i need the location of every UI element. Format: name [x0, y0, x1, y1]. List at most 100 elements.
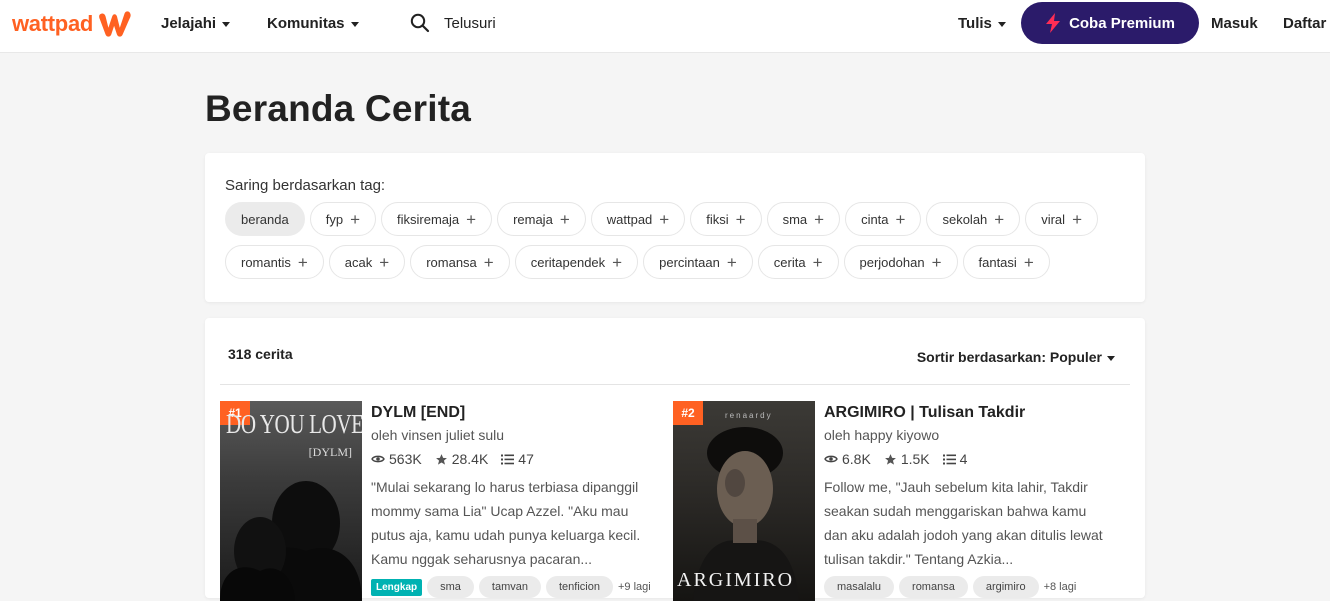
story-results-panel: 318 cerita Sortir berdasarkan: Populer #…: [205, 318, 1145, 601]
story-title[interactable]: ARGIMIRO | Tulisan Takdir: [824, 404, 1124, 422]
more-tags[interactable]: +9 lagi: [618, 581, 651, 593]
chevron-down-icon: [350, 22, 359, 27]
tag-label: ceritapendek: [530, 254, 606, 270]
filter-label: Saring berdasarkan tag:: [225, 177, 386, 194]
tag-label: fiksiremaja: [397, 211, 460, 227]
tag-label: romantis: [241, 254, 291, 270]
tag-remaja[interactable]: remaja +: [497, 202, 586, 236]
sort-dropdown[interactable]: Sortir berdasarkan: Populer: [917, 349, 1115, 365]
chevron-down-icon: [997, 22, 1006, 27]
tag-row: beranda fyp + fiksiremaja + remaja + wattpa…: [225, 202, 1125, 236]
star-icon: [435, 453, 447, 465]
tag-label: perjodohan: [859, 254, 925, 270]
story-stats: 563K 28.4K 47: [371, 451, 671, 467]
tag-sekolah[interactable]: sekolah +: [926, 202, 1021, 236]
complete-badge: Lengkap: [371, 578, 423, 596]
tag-fantasi[interactable]: fantasi +: [962, 245, 1050, 279]
tag-row: romantis + acak + romansa + ceritapendek + p…: [225, 245, 1125, 279]
tag-sma[interactable]: sma +: [766, 202, 841, 236]
plus-icon: +: [559, 209, 570, 229]
votes-count: 1.5K: [900, 451, 930, 467]
reads-stat: 6.8K: [824, 451, 871, 467]
votes-stat: 28.4K: [435, 451, 489, 467]
tag-label: remaja: [513, 211, 553, 227]
story-info: ARGIMIRO | Tulisan Takdir oleh happy kiy…: [824, 401, 1124, 598]
tag-beranda[interactable]: beranda: [225, 202, 305, 236]
wattpad-logo[interactable]: wattpad: [12, 8, 135, 40]
plus-icon: +: [379, 252, 390, 272]
plus-icon: +: [735, 209, 746, 229]
login-link[interactable]: Masuk: [1211, 15, 1258, 32]
tag-label: viral: [1041, 211, 1066, 227]
tag-viral[interactable]: viral +: [1025, 202, 1098, 236]
plus-icon: +: [297, 252, 308, 272]
story-tag[interactable]: tenficion: [545, 576, 613, 598]
votes-stat: 1.5K: [884, 451, 930, 467]
story-description: Follow me, "Jauh sebelum kita lahir, Tak…: [824, 479, 1103, 567]
plus-icon: +: [726, 252, 737, 272]
tag-cerita[interactable]: cerita +: [757, 245, 839, 279]
story-description: "Mulai sekarang lo harus terbiasa dipang…: [371, 479, 641, 567]
story-tag[interactable]: romansa: [899, 576, 968, 598]
tag-label: wattpad: [606, 211, 653, 227]
top-navbar: wattpad Jelajahi Komunitas Telusuri Tuli…: [0, 0, 1330, 53]
search-box[interactable]: Telusuri: [410, 13, 496, 33]
write-menu[interactable]: Tulis: [958, 15, 1006, 32]
sort-label: Sortir berdasarkan: Populer: [916, 349, 1102, 365]
plus-icon: +: [931, 252, 942, 272]
reads-count: 6.8K: [842, 451, 871, 467]
story-tag[interactable]: masalalu: [824, 576, 895, 598]
chevron-down-icon: [1107, 355, 1115, 361]
tag-romansa[interactable]: romansa +: [410, 245, 510, 279]
plus-icon: +: [814, 209, 825, 229]
story-title[interactable]: DYLM [END]: [371, 404, 671, 422]
star-icon: [884, 453, 896, 465]
tag-list: beranda fyp + fiksiremaja + remaja + wattpa…: [225, 202, 1125, 288]
reads-count: 563K: [389, 451, 422, 467]
cover-author-text: renaardy: [725, 411, 773, 420]
nav-explore[interactable]: Jelajahi: [161, 15, 231, 32]
plus-icon: +: [466, 209, 477, 229]
divider: [220, 384, 1130, 385]
story-tag[interactable]: sma: [427, 576, 474, 598]
tag-romantis[interactable]: romantis +: [225, 245, 324, 279]
tag-percintaan[interactable]: percintaan +: [643, 245, 753, 279]
tag-perjodohan[interactable]: perjodohan +: [843, 245, 958, 279]
tag-fiksi[interactable]: fiksi +: [690, 202, 762, 236]
write-label: Tulis: [958, 15, 992, 32]
chevron-down-icon: [222, 22, 231, 27]
tag-ceritapendek[interactable]: ceritapendek +: [514, 245, 639, 279]
tag-cinta[interactable]: cinta +: [845, 202, 922, 236]
cover-title: DO YOU LOVE ME: [226, 409, 362, 439]
votes-count: 28.4K: [451, 451, 489, 467]
tag-fyp[interactable]: fyp +: [309, 202, 376, 236]
story-tags: Lengkap sma tamvan tenficion +9 lagi: [371, 576, 671, 598]
story-card[interactable]: #1 DO YOU LOVE ME [DYLM] DYLM [END] oleh…: [220, 401, 670, 601]
more-tags[interactable]: +8 lagi: [1044, 581, 1077, 593]
story-author[interactable]: oleh vinsen juliet sulu: [371, 427, 671, 443]
plus-icon: +: [1072, 209, 1082, 229]
tag-acak[interactable]: acak +: [328, 245, 406, 279]
tag-fiksiremaja[interactable]: fiksiremaja +: [381, 202, 493, 236]
story-card[interactable]: #2 renaardy ARGIMIRO ARGIMIRO | Tulisan …: [673, 401, 1123, 601]
search-input[interactable]: Telusuri: [444, 15, 496, 32]
story-cover[interactable]: #1 DO YOU LOVE ME [DYLM]: [220, 401, 362, 601]
wattpad-w-icon: [99, 11, 131, 37]
story-cover[interactable]: #2 renaardy ARGIMIRO: [673, 401, 815, 601]
try-premium-button[interactable]: Coba Premium: [1021, 2, 1199, 44]
tag-wattpad[interactable]: wattpad +: [590, 202, 686, 236]
story-author[interactable]: oleh happy kiyowo: [824, 427, 1124, 443]
plus-icon: +: [483, 252, 494, 272]
parts-stat: 47: [501, 451, 534, 467]
story-info: DYLM [END] oleh vinsen juliet sulu 563K …: [371, 401, 671, 598]
list-icon: [942, 454, 956, 464]
tag-label: cinta: [861, 211, 889, 227]
tag-label: sma: [782, 211, 808, 227]
nav-community[interactable]: Komunitas: [267, 15, 359, 32]
story-stats: 6.8K 1.5K 4: [824, 451, 1124, 467]
signup-link[interactable]: Daftar: [1283, 15, 1326, 32]
story-tag[interactable]: argimiro: [972, 576, 1039, 598]
story-tag[interactable]: tamvan: [478, 576, 541, 598]
premium-label: Coba Premium: [1069, 14, 1175, 32]
parts-count: 4: [959, 451, 968, 467]
